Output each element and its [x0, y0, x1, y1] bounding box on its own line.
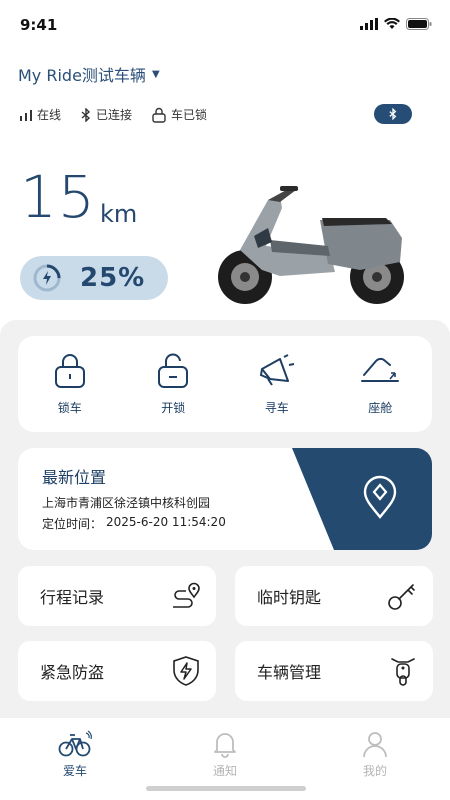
scooter-image [218, 186, 404, 304]
battery-status-icon [406, 18, 432, 30]
vehicle-management-label: 车辆管理 [257, 663, 322, 682]
seat-icon [361, 357, 400, 382]
anti-theft-tile[interactable]: 紧急防盗 [18, 641, 216, 701]
vehicle-management-tile[interactable]: 车辆管理 [235, 641, 433, 701]
lock-icon [152, 107, 166, 123]
location-time: 定位时间： 2025-6-20 11:54:20 [42, 515, 226, 532]
shield-icon [173, 656, 199, 686]
find-vehicle-label: 寻车 [264, 400, 289, 415]
route-icon [173, 582, 200, 608]
caret-down-icon: ▼ [151, 68, 160, 80]
tab-profile[interactable]: 我的 [300, 718, 450, 800]
battery-indicator: 25% [20, 256, 168, 300]
unlock-button[interactable]: 开锁 [122, 336, 226, 432]
location-card[interactable]: 最新位置 上海市青浦区徐泾镇中核科创园 定位时间： 2025-6-20 11:5… [18, 448, 432, 550]
location-address: 上海市青浦区徐泾镇中核科创园 [42, 496, 211, 510]
vehicle-selector[interactable]: My Ride测试车辆 ▼ [18, 62, 160, 86]
location-time-label: 定位时间： [42, 517, 103, 531]
seat-button[interactable]: 座舱 [329, 336, 433, 432]
cellular-signal-icon [360, 18, 378, 30]
key-icon [388, 584, 415, 610]
tab-profile-label: 我的 [362, 764, 387, 778]
connected-label: 已连接 [96, 108, 133, 122]
tab-my-vehicle-label: 爱车 [62, 764, 87, 778]
locked-label: 车已锁 [171, 108, 208, 122]
map-pin-icon [363, 475, 397, 519]
lock-label: 锁车 [57, 400, 82, 415]
user-icon [363, 732, 387, 758]
unlock-label: 开锁 [161, 400, 186, 415]
bell-icon [214, 733, 236, 758]
bicycle-icon [58, 730, 92, 757]
online-label: 在线 [37, 108, 62, 122]
quick-controls: 锁车 开锁 寻车 座舱 [18, 336, 432, 432]
temporary-key-tile[interactable]: 临时钥匙 [235, 566, 433, 626]
battery-charge-icon [33, 264, 61, 292]
trip-records-label: 行程记录 [40, 588, 105, 607]
temporary-key-label: 临时钥匙 [257, 588, 322, 607]
horn-icon [259, 353, 294, 386]
vehicle-status-row: 在线 已连接 车已锁 [20, 106, 207, 123]
bluetooth-icon [389, 108, 397, 120]
tab-my-vehicle[interactable]: 爱车 [0, 718, 150, 800]
bluetooth-icon [81, 107, 91, 122]
lock-icon [54, 353, 85, 388]
bluetooth-toggle[interactable] [374, 104, 412, 124]
seat-label: 座舱 [368, 400, 393, 415]
tab-notifications-label: 通知 [212, 764, 237, 778]
home-indicator [146, 786, 306, 791]
online-status: 在线 [20, 106, 61, 123]
scooter-front-icon [391, 658, 415, 686]
bluetooth-status: 已连接 [81, 106, 132, 123]
anti-theft-label: 紧急防盗 [40, 663, 105, 682]
location-time-value: 2025-6-20 11:54:20 [106, 515, 226, 529]
trip-records-tile[interactable]: 行程记录 [18, 566, 216, 626]
lock-button[interactable]: 锁车 [18, 336, 122, 432]
status-time: 9:41 [20, 16, 58, 34]
unlock-icon [158, 353, 189, 388]
system-status-icons [360, 18, 432, 30]
vehicle-name: My Ride测试车辆 [18, 66, 146, 85]
battery-percent: 25% [80, 263, 146, 293]
signal-icon [20, 109, 32, 121]
location-title: 最新位置 [42, 468, 107, 487]
wifi-icon [384, 18, 400, 29]
range-unit: km [100, 200, 138, 228]
lock-status: 车已锁 [152, 106, 207, 123]
range-value: 15 [20, 163, 96, 231]
find-vehicle-button[interactable]: 寻车 [225, 336, 329, 432]
